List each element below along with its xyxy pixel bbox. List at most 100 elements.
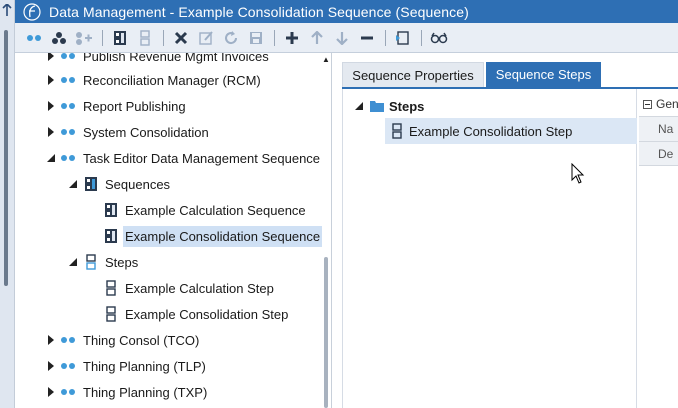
tree-item-steps[interactable]: Steps [67, 249, 140, 275]
sequence-steps-tree: Steps Example Consolidation Step [343, 89, 637, 408]
group-icon [61, 387, 77, 397]
property-label: Na [658, 122, 674, 136]
tree-item-label: Sequences [105, 176, 171, 192]
expand-arrow-icon[interactable] [45, 360, 57, 372]
step-node-label: Example Consolidation Step [409, 123, 573, 139]
create-profile-icon[interactable] [48, 27, 70, 49]
move-down-icon[interactable] [331, 27, 353, 49]
group-icon [61, 101, 77, 111]
scrollbar-thumb[interactable] [324, 257, 328, 408]
pin-icon[interactable] [2, 2, 12, 16]
group-icon [61, 75, 77, 85]
navigate-icon[interactable] [392, 27, 414, 49]
expand-arrow-icon[interactable] [45, 100, 57, 112]
collapse-arrow-icon[interactable] [67, 178, 79, 190]
sequence-icon [103, 202, 119, 218]
tree-item-system-consolidation[interactable]: System Consolidation [45, 119, 211, 145]
tab-sequence-properties[interactable]: Sequence Properties [342, 62, 484, 87]
group-icon [61, 127, 77, 137]
toolbar-separator [274, 29, 275, 46]
side-scrollbar[interactable] [4, 30, 8, 286]
mouse-cursor-icon [571, 162, 585, 185]
detail-panel: Sequence Properties Sequence Steps Steps… [333, 53, 678, 408]
tree-item-label: System Consolidation [83, 124, 209, 140]
tree-item-label: Example Consolidation Step [125, 306, 289, 322]
data-management-tree: Publish Revenue Mgmt Invoices Reconcilia… [15, 53, 332, 408]
group-icon [61, 335, 77, 345]
glasses-icon[interactable] [428, 27, 450, 49]
tree-item-label: Steps [105, 254, 139, 270]
step-icon[interactable] [134, 27, 156, 49]
scroll-up-icon[interactable]: ▲ [322, 56, 330, 64]
delete-icon[interactable] [170, 27, 192, 49]
tree-scrollbar[interactable]: ▲ [320, 53, 331, 408]
app-window: Data Management - Example Consolidation … [0, 0, 678, 408]
add-icon[interactable] [281, 27, 303, 49]
tree-item-example-consol-sequence[interactable]: Example Consolidation Sequence [103, 223, 323, 249]
collapse-arrow-icon[interactable] [67, 256, 79, 268]
tree-item-report-publishing[interactable]: Report Publishing [45, 93, 188, 119]
folder-icon [369, 98, 385, 114]
sequence-icon[interactable] [109, 27, 131, 49]
properties-category-general[interactable]: Gen [639, 94, 678, 114]
sequence-icon [103, 228, 119, 244]
tree-item-label: Reconciliation Manager (RCM) [83, 72, 261, 88]
create-group-icon[interactable] [23, 27, 45, 49]
sequence-folder-icon [83, 176, 99, 192]
expand-arrow-icon[interactable] [45, 74, 57, 86]
expand-arrow-icon[interactable] [45, 126, 57, 138]
step-icon [103, 280, 119, 296]
steps-root-node[interactable]: Steps [353, 93, 424, 119]
tree-item-label: Thing Planning (TXP) [83, 384, 208, 400]
group-icon [61, 53, 77, 61]
tree-item-task-editor[interactable]: Task Editor Data Management Sequence [45, 145, 322, 171]
title-bar: Data Management - Example Consolidation … [15, 0, 678, 23]
tree-item-label: Example Calculation Sequence [125, 202, 306, 218]
move-up-icon[interactable] [306, 27, 328, 49]
toolbar [15, 23, 678, 53]
expand-arrow-icon[interactable] [45, 334, 57, 346]
side-strip [0, 0, 15, 408]
refresh-icon[interactable] [220, 27, 242, 49]
tree-item-sequences[interactable]: Sequences [67, 171, 172, 197]
tree-item-label: Example Calculation Step [125, 280, 274, 296]
window-title: Data Management - Example Consolidation … [49, 3, 469, 20]
expand-arrow-icon[interactable] [45, 53, 57, 62]
tree-item-thing-planning-txp[interactable]: Thing Planning (TXP) [45, 379, 209, 405]
step-folder-icon [83, 254, 99, 270]
tree-item-label: Task Editor Data Management Sequence [83, 150, 321, 166]
tree-item-example-calc-sequence[interactable]: Example Calculation Sequence [103, 197, 308, 223]
group-icon [61, 153, 77, 163]
collapse-arrow-icon[interactable] [45, 152, 57, 164]
tree-item-example-calc-step[interactable]: Example Calculation Step [103, 275, 276, 301]
steps-root-label: Steps [389, 98, 425, 114]
toolbar-separator [421, 29, 422, 46]
rename-icon[interactable] [195, 27, 217, 49]
tree-item-label: Publish Revenue Mgmt Invoices [83, 53, 269, 64]
property-row-name[interactable]: Na [639, 116, 678, 141]
app-logo-icon [21, 2, 43, 22]
tree-item-example-consol-step[interactable]: Example Consolidation Step [103, 301, 290, 327]
tree-item-label: Report Publishing [83, 98, 186, 114]
tree-item-thing-consol[interactable]: Thing Consol (TCO) [45, 327, 201, 353]
property-row-description[interactable]: De [639, 141, 678, 166]
add-item-icon[interactable] [73, 27, 95, 49]
group-icon [61, 361, 77, 371]
collapse-arrow-icon[interactable] [353, 100, 365, 112]
collapse-box-icon[interactable] [643, 99, 652, 109]
toolbar-separator [163, 29, 164, 46]
tab-sequence-steps[interactable]: Sequence Steps [486, 62, 601, 87]
save-icon[interactable] [245, 27, 267, 49]
properties-grid: Gen Na De [639, 89, 678, 408]
tab-strip: Sequence Properties Sequence Steps [333, 53, 678, 90]
category-label: Gen [656, 97, 678, 111]
step-node-example-consol[interactable]: Example Consolidation Step [385, 118, 637, 144]
toolbar-separator [385, 29, 386, 46]
remove-icon[interactable] [356, 27, 378, 49]
tree-item-rcm[interactable]: Reconciliation Manager (RCM) [45, 67, 263, 93]
tree-item-label: Thing Planning (TLP) [83, 358, 206, 374]
expand-arrow-icon[interactable] [45, 386, 57, 398]
tree-item-label: Thing Consol (TCO) [83, 332, 200, 348]
tree-item-thing-planning-tlp[interactable]: Thing Planning (TLP) [45, 353, 208, 379]
step-icon [389, 123, 405, 139]
